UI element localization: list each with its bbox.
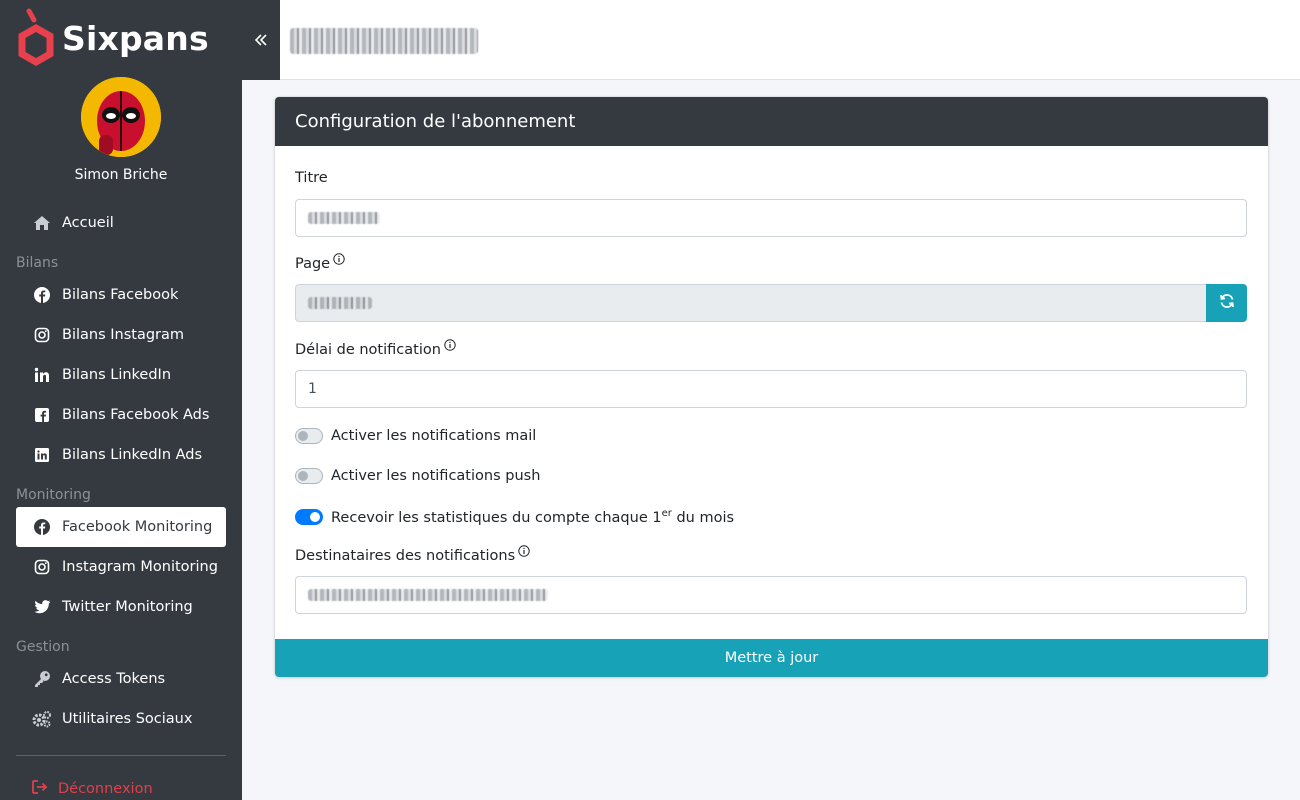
destinataires-input[interactable] [295, 576, 1247, 614]
refresh-icon [1219, 293, 1235, 313]
sidebar-item-instagram-monitoring[interactable]: Instagram Monitoring [16, 547, 226, 587]
push-notifications-label: Activer les notifications push [331, 468, 541, 484]
sidebar-item-label: Bilans Facebook Ads [62, 407, 210, 423]
sidebar-item-label: Bilans Facebook [62, 287, 179, 303]
logout-label: Déconnexion [58, 781, 153, 797]
topbar [242, 0, 1300, 80]
titre-label-text: Titre [295, 170, 328, 186]
user-name: Simon Briche [74, 167, 168, 183]
key-icon [32, 669, 52, 689]
instagram-icon [32, 325, 52, 345]
monthly-stats-label: Recevoir les statistiques du compte chaq… [331, 508, 735, 526]
sidebar-header-bilans: Bilans [16, 255, 59, 271]
sixpans-logo-icon [16, 8, 56, 68]
sidebar-item-accueil[interactable]: Accueil [16, 203, 226, 243]
monthly-stats-switch[interactable] [295, 508, 323, 525]
sidebar-item-label: Instagram Monitoring [62, 559, 218, 575]
monthly-stats-toggle-row: Recevoir les statistiques du compte chaq… [295, 508, 734, 526]
mail-notifications-switch[interactable] [295, 428, 323, 444]
sidebar-item-facebook-monitoring[interactable]: Facebook Monitoring [16, 507, 226, 547]
refresh-page-button[interactable] [1206, 284, 1247, 322]
logout-button[interactable]: Déconnexion [32, 780, 153, 798]
sidebar-item-label: Bilans LinkedIn Ads [62, 447, 203, 463]
facebook-square-icon [32, 405, 52, 425]
instagram-icon [32, 557, 52, 577]
page-label: Page [295, 253, 345, 272]
sidebar-item-label: Bilans Instagram [62, 327, 185, 343]
sidebar-item-bilans-linkedin[interactable]: Bilans LinkedIn [16, 355, 226, 395]
avatar[interactable] [81, 77, 161, 157]
brand[interactable]: Sixpans [16, 8, 209, 68]
push-notifications-switch[interactable] [295, 468, 323, 484]
info-icon[interactable] [333, 253, 345, 269]
subscription-config-card: Configuration de l'abonnement Titre Page… [275, 97, 1268, 677]
sign-out-icon [32, 780, 48, 798]
twitter-icon [32, 597, 52, 617]
sidebar-item-label: Bilans LinkedIn [62, 367, 172, 383]
card-title: Configuration de l'abonnement [275, 97, 1268, 146]
sidebar-item-utilitaires-sociaux[interactable]: Utilitaires Sociaux [16, 699, 226, 739]
destinataires-label: Destinataires des notifications [295, 545, 530, 564]
sidebar-item-bilans-facebook[interactable]: Bilans Facebook [16, 275, 226, 315]
push-notifications-toggle-row: Activer les notifications push [295, 468, 540, 484]
page-select[interactable] [295, 284, 1206, 322]
sidebar-item-label: Utilitaires Sociaux [62, 711, 193, 727]
sidebar-item-access-tokens[interactable]: Access Tokens [16, 659, 226, 699]
sidebar-header-monitoring: Monitoring [16, 487, 91, 503]
titre-input[interactable] [295, 199, 1247, 237]
delai-label: Délai de notification [295, 339, 456, 358]
sidebar-item-bilans-facebook-ads[interactable]: Bilans Facebook Ads [16, 395, 226, 435]
brand-name: Sixpans [62, 18, 209, 58]
linkedin-icon [32, 365, 52, 385]
sidebar-item-bilans-linkedin-ads[interactable]: Bilans LinkedIn Ads [16, 435, 226, 475]
info-icon[interactable] [518, 545, 530, 561]
delai-label-text: Délai de notification [295, 342, 441, 358]
facebook-icon [32, 285, 52, 305]
sidebar-item-label: Accueil [62, 215, 114, 231]
cogs-icon [32, 709, 52, 729]
sidebar-collapse-button[interactable] [242, 0, 280, 80]
sidebar-item-label: Facebook Monitoring [62, 519, 213, 535]
update-button[interactable]: Mettre à jour [275, 639, 1268, 677]
home-icon [32, 213, 52, 233]
destinataires-label-text: Destinataires des notifications [295, 548, 516, 564]
facebook-icon [32, 517, 52, 537]
titre-label: Titre [295, 170, 328, 186]
sidebar-item-twitter-monitoring[interactable]: Twitter Monitoring [16, 587, 226, 627]
page-title-redacted [290, 28, 480, 58]
delai-input[interactable]: 1 [295, 370, 1247, 408]
mail-notifications-label: Activer les notifications mail [331, 428, 537, 444]
double-chevron-left-icon [254, 28, 268, 53]
sidebar-header-gestion: Gestion [16, 639, 70, 655]
page-label-text: Page [295, 256, 331, 272]
sidebar: Sixpans Simon Briche Accueil Bilans Bila… [0, 0, 242, 800]
linkedin-square-icon [32, 445, 52, 465]
sidebar-item-bilans-instagram[interactable]: Bilans Instagram [16, 315, 226, 355]
sidebar-divider [16, 755, 226, 756]
sidebar-item-label: Access Tokens [62, 671, 166, 687]
info-icon[interactable] [444, 339, 456, 355]
mail-notifications-toggle-row: Activer les notifications mail [295, 428, 536, 444]
sidebar-item-label: Twitter Monitoring [62, 599, 193, 615]
